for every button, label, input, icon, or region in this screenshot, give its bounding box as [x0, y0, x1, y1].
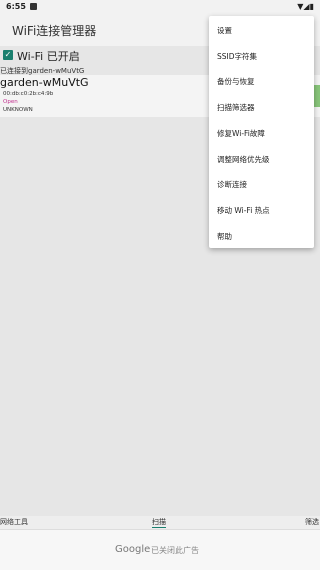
wifi-toggle-label: Wi-Fi 已开启 [17, 50, 80, 63]
tab-scan[interactable]: 扫描 [152, 517, 166, 528]
network-bssid: 00:db:c0:2b:c4:9b [3, 91, 54, 97]
status-bar: 6:55 ▼◢▮ [0, 0, 320, 13]
overflow-menu: 设置 SSID字符集 备份与恢复 扫描筛选器 修复Wi-Fi故障 调整网络优先级… [209, 16, 314, 248]
status-icons: ▼◢▮ [297, 2, 314, 11]
network-ssid: garden-wMuVtG [0, 76, 89, 89]
status-time: 6:55 [6, 2, 26, 11]
signal-strength-icon [314, 85, 320, 107]
menu-item-fix-wifi[interactable]: 修复Wi-Fi故障 [209, 121, 314, 147]
menu-item-hotspot[interactable]: 移动 Wi-Fi 热点 [209, 198, 314, 224]
menu-item-ssid-charset[interactable]: SSID字符集 [209, 44, 314, 70]
network-security: Open [3, 99, 18, 105]
tab-network-tools[interactable]: 网络工具 [0, 517, 28, 527]
bottom-tabs: 网络工具 扫描 筛选 [0, 516, 320, 529]
google-logo: Google [115, 544, 151, 555]
menu-item-diagnose[interactable]: 诊断连接 [209, 172, 314, 198]
menu-item-settings[interactable]: 设置 [209, 18, 314, 44]
menu-item-network-priority[interactable]: 调整网络优先级 [209, 147, 314, 173]
tab-filter[interactable]: 筛选 [305, 517, 319, 527]
menu-item-scan-filter[interactable]: 扫描筛选器 [209, 95, 314, 121]
network-status: UNKNOWN [3, 107, 33, 113]
ad-banner: Google 已关闭此广告 [0, 529, 320, 570]
app-title: WiFi连接管理器 [12, 24, 97, 38]
notification-icon [30, 3, 37, 10]
menu-item-backup-restore[interactable]: 备份与恢复 [209, 69, 314, 95]
ad-closed-text: 已关闭此广告 [151, 546, 199, 555]
wifi-checkbox[interactable]: ✓ [3, 50, 13, 60]
menu-item-help[interactable]: 帮助 [209, 224, 314, 250]
